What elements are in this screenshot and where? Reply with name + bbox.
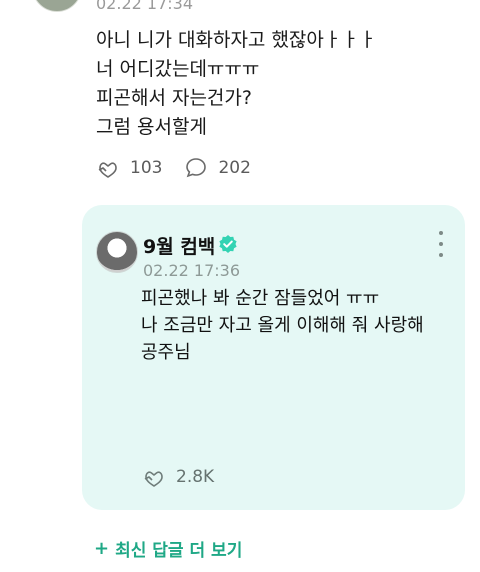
more-options-icon[interactable] (437, 231, 445, 257)
reply-text: 피곤했나 봐 순간 잠들었어 ㅠㅠ 나 조금만 자고 올게 이해해 줘 사랑해 … (141, 288, 424, 363)
fan-comment-text: 아니 니가 대화하자고 했잖아ㅏㅏㅏ 너 어디갔는데ㅠㅠㅠ 피곤해서 자는건가?… (96, 29, 377, 138)
plus-icon: + (94, 538, 110, 559)
artist-avatar[interactable] (96, 231, 138, 273)
comment-count: 202 (218, 158, 251, 178)
like-count: 103 (130, 158, 163, 178)
reply-like-count: 2.8K (176, 467, 215, 487)
heart-hand-icon (98, 162, 117, 178)
reply-time: 02.22 17:36 (143, 261, 240, 280)
artist-name[interactable]: 9월 컴백 (143, 232, 215, 259)
comment-bubble-icon (186, 158, 207, 178)
fan-avatar[interactable] (32, 0, 82, 12)
comment-button[interactable]: 202 (184, 156, 251, 180)
fan-comment-stats: 103 202 (96, 156, 273, 180)
verified-badge-icon (219, 235, 237, 253)
reply-like-button[interactable]: 2.8K (142, 465, 214, 489)
artist-reply-card: 9월 컴백 02.22 17:36 피곤했나 봐 순간 잠들었어 ㅠㅠ 나 조금… (82, 205, 465, 510)
more-replies-link[interactable]: + 최신 답글 더 보기 (94, 536, 242, 561)
more-replies-label: 최신 답글 더 보기 (115, 541, 243, 561)
fan-comment-time: 02.22 17:34 (96, 0, 193, 13)
heart-hand-icon (144, 471, 163, 487)
like-button[interactable]: 103 (96, 156, 162, 180)
